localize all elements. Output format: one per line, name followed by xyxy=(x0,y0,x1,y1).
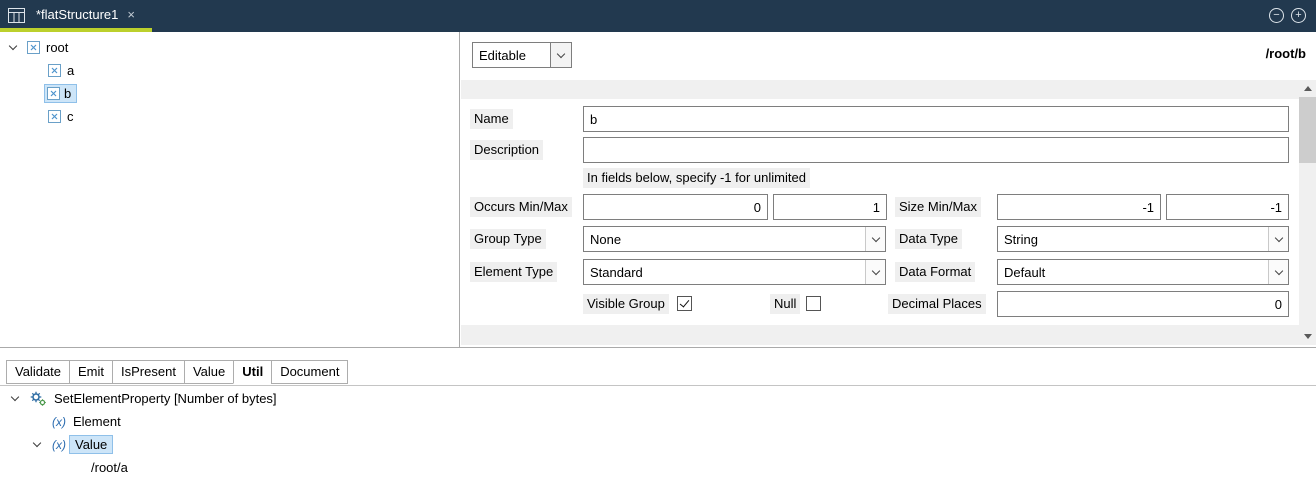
editable-select-value: Editable xyxy=(473,48,550,63)
structure-tree: root a b c xyxy=(0,32,459,128)
tab-validate[interactable]: Validate xyxy=(6,360,70,384)
visible-group-label: Visible Group xyxy=(583,294,669,314)
decimal-places-input[interactable] xyxy=(997,291,1289,317)
bottom-tabstrip: Validate Emit IsPresent Value Util Docum… xyxy=(6,360,347,384)
document-tab[interactable]: *flatStructure1 × xyxy=(30,0,141,28)
vertical-scrollbar[interactable] xyxy=(1299,80,1316,345)
info-text: In fields below, specify -1 for unlimite… xyxy=(583,168,810,188)
tree-item-label: a xyxy=(64,62,77,79)
scroll-down-icon[interactable] xyxy=(1299,328,1316,345)
tab-close-icon[interactable]: × xyxy=(127,8,135,21)
tree-item-element-param[interactable]: (x) Element xyxy=(0,410,1316,433)
tab-util[interactable]: Util xyxy=(233,360,272,384)
occurs-size-row: Occurs Min/Max Size Min/Max xyxy=(461,194,1299,220)
tree-item-value-path[interactable]: /root/a xyxy=(0,456,1316,479)
tree-item-root[interactable]: root xyxy=(0,36,459,59)
name-label: Name xyxy=(470,109,513,129)
circle-minus-icon[interactable]: − xyxy=(1269,8,1284,23)
description-label: Description xyxy=(470,140,543,160)
flags-row: Visible Group Null Decimal Places xyxy=(461,291,1299,317)
param-node-label: Element xyxy=(70,413,124,430)
element-path: /root/b xyxy=(1266,46,1306,61)
data-format-select[interactable]: Default xyxy=(997,259,1289,285)
editable-select[interactable]: Editable xyxy=(472,42,572,68)
chevron-down-icon[interactable] xyxy=(8,397,22,400)
scroll-up-icon[interactable] xyxy=(1299,80,1316,97)
element-type-select[interactable]: Standard xyxy=(583,259,886,285)
scrollbar-thumb[interactable] xyxy=(1299,97,1316,163)
data-format-label: Data Format xyxy=(895,262,975,282)
decimal-places-label: Decimal Places xyxy=(888,294,986,314)
element-type-value: Standard xyxy=(584,265,865,280)
util-tree: SetElementProperty [Number of bytes] (x)… xyxy=(0,387,1316,479)
chevron-down-icon[interactable] xyxy=(865,227,885,251)
tree-item-a[interactable]: a xyxy=(0,59,459,82)
tab-emit[interactable]: Emit xyxy=(69,360,113,384)
tabstrip-baseline xyxy=(0,385,1316,386)
document-tab-title: *flatStructure1 xyxy=(36,7,118,22)
group-data-type-row: Group Type None Data Type String xyxy=(461,226,1299,252)
tree-item-b-selected[interactable]: b xyxy=(0,82,459,105)
element-icon xyxy=(27,41,40,54)
separator-strip xyxy=(461,325,1299,345)
value-path-label: /root/a xyxy=(88,459,131,476)
tree-item-label: root xyxy=(43,39,71,56)
info-row: In fields below, specify -1 for unlimite… xyxy=(461,168,1299,188)
app-icon xyxy=(8,8,25,26)
occurs-max-input[interactable] xyxy=(773,194,887,220)
function-node-label: SetElementProperty [Number of bytes] xyxy=(51,390,280,407)
tab-value[interactable]: Value xyxy=(184,360,234,384)
visible-group-checkbox[interactable] xyxy=(677,296,692,311)
tree-item-setelementproperty[interactable]: SetElementProperty [Number of bytes] xyxy=(0,387,1316,410)
chevron-down-icon[interactable] xyxy=(865,260,885,284)
element-icon xyxy=(48,64,61,77)
description-row: Description xyxy=(461,137,1299,163)
chevron-down-icon[interactable] xyxy=(6,46,20,49)
fx-icon: (x) xyxy=(52,415,66,429)
null-label: Null xyxy=(770,294,800,314)
structure-tree-pane: root a b c xyxy=(0,32,460,347)
name-input[interactable] xyxy=(583,106,1289,132)
param-node-label: Value xyxy=(69,435,113,454)
tree-item-label: c xyxy=(64,108,77,125)
fx-icon: (x) xyxy=(52,438,66,452)
group-type-label: Group Type xyxy=(470,229,546,249)
element-icon xyxy=(47,87,60,100)
size-minmax-label: Size Min/Max xyxy=(895,197,981,217)
titlebar: *flatStructure1 × − + xyxy=(0,0,1316,32)
description-input[interactable] xyxy=(583,137,1289,163)
chevron-down-icon[interactable] xyxy=(1268,260,1288,284)
element-type-format-row: Element Type Standard Data Format Defaul… xyxy=(461,259,1299,285)
separator-strip xyxy=(461,80,1299,99)
null-checkbox[interactable] xyxy=(806,296,821,311)
element-icon xyxy=(48,110,61,123)
size-min-input[interactable] xyxy=(997,194,1161,220)
group-type-select[interactable]: None xyxy=(583,226,886,252)
chevron-down-icon[interactable] xyxy=(1268,227,1288,251)
chevron-down-icon[interactable] xyxy=(550,43,571,67)
flat-structure-editor-window: { "titlebar": { "tab_title": "*flatStruc… xyxy=(0,0,1316,483)
gears-icon xyxy=(30,391,47,407)
data-type-label: Data Type xyxy=(895,229,962,249)
group-type-value: None xyxy=(584,232,865,247)
element-type-label: Element Type xyxy=(470,262,557,282)
data-type-value: String xyxy=(998,232,1268,247)
editor-toolbar: Editable /root/b xyxy=(461,32,1316,77)
size-max-input[interactable] xyxy=(1166,194,1289,220)
tab-ispresent[interactable]: IsPresent xyxy=(112,360,185,384)
data-format-value: Default xyxy=(998,265,1268,280)
property-editor-pane: Editable /root/b Name Description In fie… xyxy=(461,32,1316,347)
data-type-select[interactable]: String xyxy=(997,226,1289,252)
window-controls: − + xyxy=(1269,8,1306,23)
tree-item-value-param-selected[interactable]: (x) Value xyxy=(0,433,1316,456)
tree-item-label: b xyxy=(64,86,71,101)
chevron-down-icon[interactable] xyxy=(30,443,44,446)
name-row: Name xyxy=(461,106,1299,132)
occurs-minmax-label: Occurs Min/Max xyxy=(470,197,572,217)
tree-item-c[interactable]: c xyxy=(0,105,459,128)
tab-document[interactable]: Document xyxy=(271,360,348,384)
circle-plus-icon[interactable]: + xyxy=(1291,8,1306,23)
occurs-min-input[interactable] xyxy=(583,194,768,220)
bottom-panel: Validate Emit IsPresent Value Util Docum… xyxy=(0,347,1316,483)
